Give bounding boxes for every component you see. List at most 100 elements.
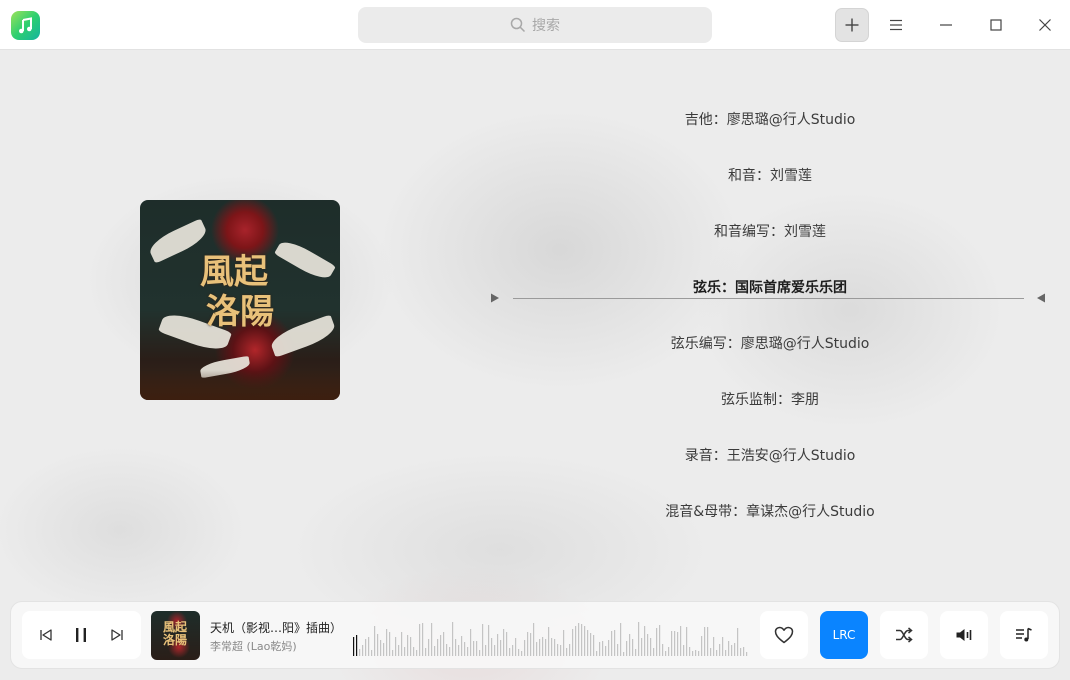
waveform-bar [602,641,604,656]
waveform-bar [407,635,409,656]
waveform-bar [686,627,688,656]
waveform-bar [677,632,679,656]
waveform-bar [404,647,406,656]
waveform-bar [692,651,694,656]
waveform-bar [644,626,646,656]
previous-icon [40,629,52,641]
waveform-bar [719,644,721,656]
waveform-bar [365,639,367,656]
pause-button[interactable] [66,620,96,650]
seek-indicator-icon [1037,293,1045,303]
waveform-bar [524,640,526,656]
waveform-progress[interactable] [352,616,750,656]
waveform-bar [635,649,637,656]
previous-button[interactable] [31,620,61,650]
lyric-line: 录音：王浩安@行人Studio [684,448,856,464]
waveform-bar [722,637,724,656]
waveform-bar [590,633,592,656]
volume-button[interactable] [940,611,988,659]
waveform-bar [584,626,586,656]
waveform-bar [557,644,559,656]
lyric-line: 弦乐编写：廖思璐@行人Studio [670,336,870,352]
minimize-icon [940,24,952,26]
waveform-bar [461,636,463,656]
next-button[interactable] [102,620,132,650]
lyrics-toggle-button[interactable]: LRC [820,611,868,659]
waveform-bar [437,639,439,656]
app-logo-icon [11,11,40,40]
waveform-bar [410,637,412,656]
waveform-bar [641,638,643,656]
waveform-bar [509,648,511,656]
waveform-bar [737,628,739,656]
waveform-bar [554,639,556,656]
waveform-bar [701,636,703,656]
waveform-bar [497,634,499,656]
maximize-button[interactable] [979,8,1013,42]
shuffle-button[interactable] [880,611,928,659]
maximize-icon [990,19,1002,31]
waveform-bar [422,623,424,656]
lyric-line: 吉他：廖思璐@行人Studio [684,112,856,128]
waveform-bar [614,630,616,656]
waveform-bar [716,650,718,656]
menu-button[interactable] [879,8,913,42]
playlist-button[interactable] [1000,611,1048,659]
waveform-bar [707,627,709,656]
waveform-bar [623,652,625,656]
favorite-button[interactable] [760,611,808,659]
add-icon [845,18,859,32]
waveform-bar [359,649,361,656]
waveform-bar [527,632,529,656]
lyric-line: 和音编写：刘雪莲 [714,224,826,240]
waveform-bar [734,643,736,656]
waveform-bar [578,623,580,656]
waveform-bar [434,646,436,656]
lyric-line: 弦乐监制：李朋 [721,392,819,408]
waveform-bar [695,650,697,656]
waveform-bar [458,645,460,656]
waveform-bar [449,647,451,656]
waveform-bar [689,647,691,656]
waveform-bar [389,632,391,656]
waveform-bar [653,648,655,656]
waveform-bar [503,629,505,656]
waveform-bar [662,644,664,656]
waveform-bar [698,651,700,656]
waveform-bar [674,631,676,656]
waveform-bar [362,645,364,656]
waveform-bar [608,640,610,656]
waveform-bar [446,644,448,656]
waveform-bar [725,650,727,656]
add-button[interactable] [835,8,869,42]
now-playing-cover[interactable]: 風起 洛陽 [151,611,200,660]
waveform-bar [563,630,565,656]
waveform-bar [380,640,382,656]
waveform-bar [392,650,394,656]
waveform-bar [671,631,673,656]
waveform-bar [551,638,553,656]
waveform-bar [386,629,388,656]
waveform-bar [416,650,418,656]
waveform-bar [548,627,550,656]
lyric-line: 混音&母带：章谋杰@行人Studio [665,504,875,520]
search-input[interactable]: 搜索 [358,7,712,43]
waveform-bar [611,631,613,656]
search-placeholder: 搜索 [532,18,560,34]
waveform-bar [740,648,742,656]
waveform-bar [353,637,355,656]
waveform-bar [560,645,562,656]
heart-icon [774,626,794,644]
waveform-bar [626,641,628,656]
waveform-bar [356,635,358,656]
waveform-bar [575,626,577,656]
waveform-bar [620,623,622,656]
waveform-bar [377,634,379,656]
close-button[interactable] [1028,8,1062,42]
title-bar: 搜索 [0,0,1070,50]
play-from-line-icon[interactable] [489,292,501,304]
minimize-button[interactable] [929,8,963,42]
waveform-bar [476,641,478,656]
pause-icon [76,628,87,642]
waveform-bar [629,634,631,656]
